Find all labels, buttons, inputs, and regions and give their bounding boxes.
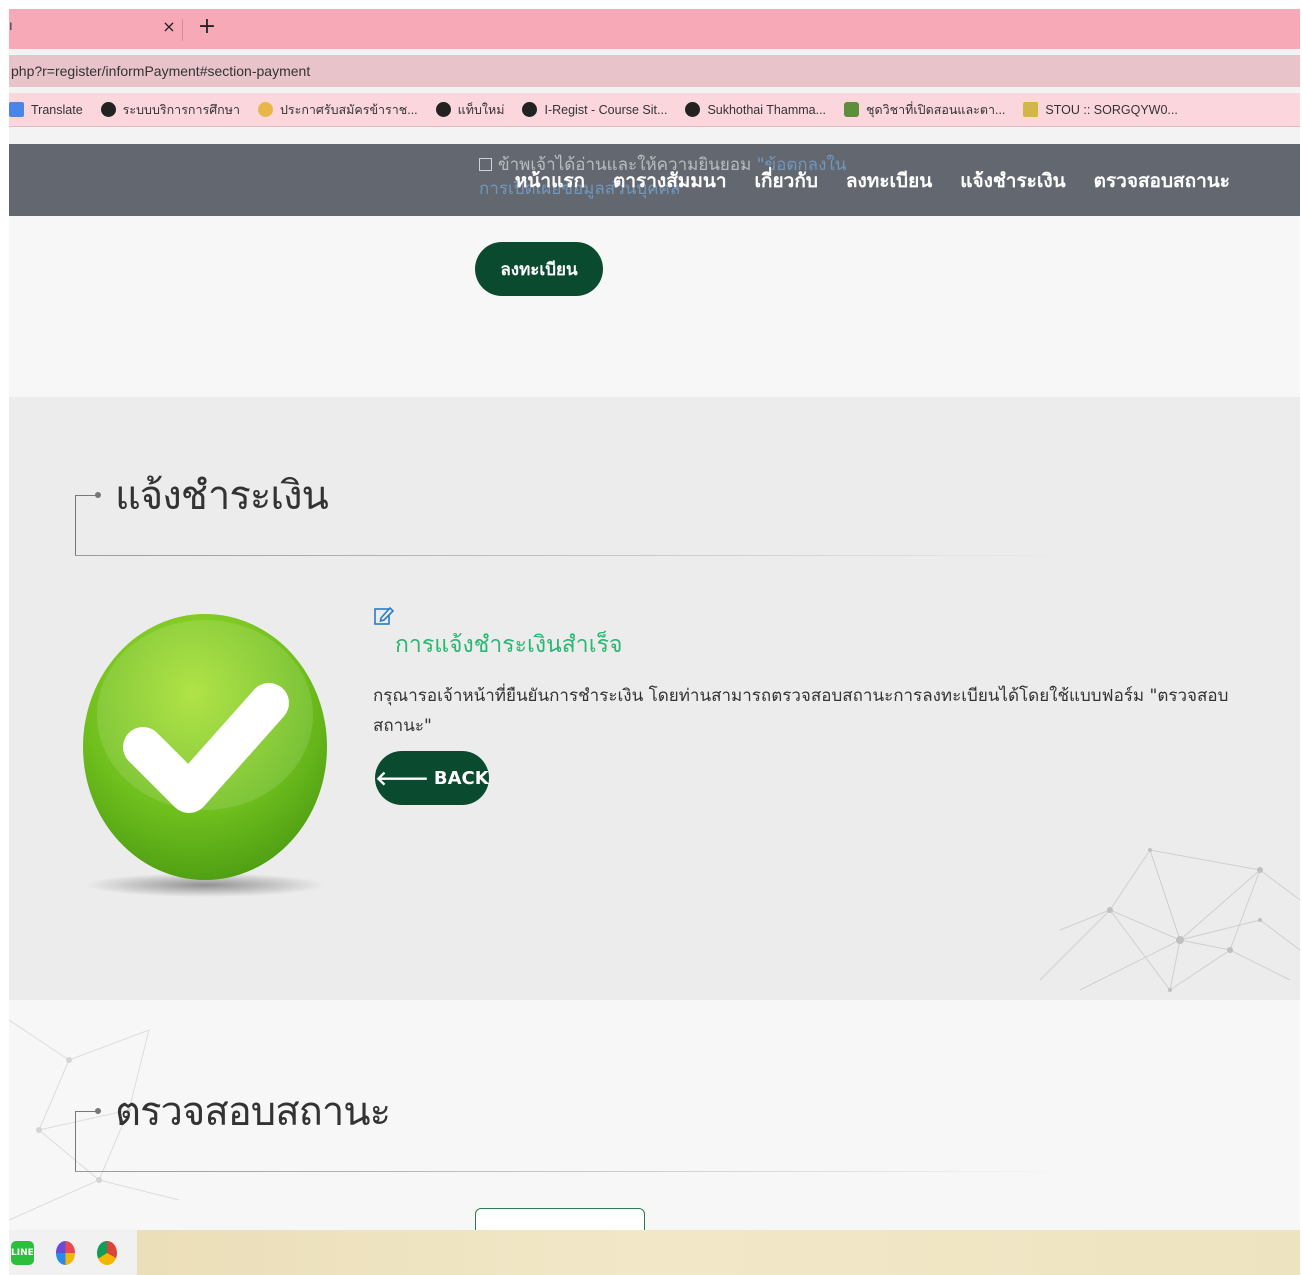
chrome-icon[interactable] bbox=[97, 1240, 117, 1265]
nav-item-2[interactable]: เกี่ยวกับ bbox=[755, 166, 818, 196]
nav-item-3[interactable]: ลงทะเบียน bbox=[846, 166, 932, 196]
os-taskbar: LINE bbox=[9, 1230, 1300, 1275]
office-icon[interactable] bbox=[55, 1240, 76, 1265]
pagoda-icon bbox=[1023, 102, 1039, 117]
bookmark-label: Sukhothai Thamma... bbox=[707, 102, 827, 117]
success-title: การแจ้งชำระเงินสำเร็จ bbox=[395, 632, 623, 658]
bookmark-label: Translate bbox=[31, 102, 83, 117]
status-section-title: ตรวจสอบสถานะ bbox=[115, 1089, 391, 1135]
back-button-label: BACK bbox=[433, 767, 489, 789]
bookmark-label: ระบบบริการการศึกษา bbox=[122, 102, 240, 117]
status-input[interactable] bbox=[475, 1208, 645, 1230]
browser-tab[interactable]: ı × bbox=[9, 9, 184, 49]
new-tab-icon[interactable]: + bbox=[195, 14, 219, 39]
payment-section-title: แจ้งชำระเงิน bbox=[115, 473, 329, 519]
nav-item-1[interactable]: ตารางสัมมนา bbox=[613, 166, 726, 196]
bookmark-item[interactable]: I-Regist - Course Sit... bbox=[522, 102, 667, 117]
translate-icon bbox=[9, 102, 24, 117]
bookmark-item[interactable]: ประกาศรับสมัครข้าราช... bbox=[257, 100, 418, 120]
bookmark-item[interactable]: STOU :: SORGQYW0... bbox=[1023, 102, 1178, 117]
status-section: ตรวจสอบสถานะ bbox=[9, 1000, 1300, 1230]
register-section: ลงทะเบียน bbox=[9, 216, 1300, 397]
arrow-left-icon: 🡐 bbox=[375, 766, 429, 790]
bookmark-item[interactable]: ชุดวิชาที่เปิดสอนและตา... bbox=[844, 100, 1005, 120]
bookmark-label: ประกาศรับสมัครข้าราช... bbox=[279, 102, 418, 117]
tab-separator bbox=[182, 19, 183, 41]
browser-tabstrip: ı × + bbox=[9, 9, 1300, 49]
tab-close-icon[interactable]: × bbox=[159, 17, 179, 36]
globe-icon bbox=[522, 102, 538, 117]
back-button[interactable]: 🡐 BACK bbox=[375, 751, 489, 805]
globe-icon bbox=[685, 102, 701, 117]
globe-icon bbox=[100, 102, 116, 117]
globe-icon bbox=[435, 102, 451, 117]
payment-section: แจ้งชำระเงิน การแจ้งชำระเงินสำเร็จ กรุณา… bbox=[9, 397, 1300, 1000]
address-bar[interactable]: php?r=register/informPayment#section-pay… bbox=[9, 55, 1300, 87]
nav-item-4[interactable]: แจ้งชำระเงิน bbox=[960, 166, 1065, 196]
bookmarks-bar: Translate ระบบบริการการศึกษา ประกาศรับสมัค… bbox=[9, 93, 1300, 127]
success-description: กรุณารอเจ้าหน้าที่ยืนยันการชำระเงิน โดยท… bbox=[373, 686, 1229, 736]
nav-item-5[interactable]: ตรวจสอบสถานะ bbox=[1094, 166, 1230, 196]
checkmark-circle-icon bbox=[83, 614, 327, 897]
register-button[interactable]: ลงทะเบียน bbox=[475, 242, 603, 296]
bookmark-item[interactable]: แท็บใหม่ bbox=[435, 100, 505, 120]
leaf-icon bbox=[844, 102, 860, 117]
bookmark-item[interactable]: ระบบบริการการศึกษา bbox=[100, 100, 240, 120]
bookmark-item[interactable]: Translate bbox=[9, 102, 83, 117]
tab-title: ı bbox=[9, 19, 13, 34]
bookmark-label: I-Regist - Course Sit... bbox=[544, 102, 668, 117]
bookmark-label: แท็บใหม่ bbox=[457, 102, 505, 117]
crown-icon bbox=[257, 102, 273, 117]
bookmark-item[interactable]: Sukhothai Thamma... bbox=[685, 102, 826, 117]
bookmark-label: STOU :: SORGQYW0... bbox=[1045, 102, 1178, 117]
network-decoration bbox=[1039, 848, 1300, 992]
nav-menu: หน้าแรก ตารางสัมมนา เกี่ยวกับ ลงทะเบียน แจ้ง… bbox=[487, 166, 1230, 196]
nav-item-0[interactable]: หน้าแรก bbox=[515, 166, 585, 196]
edit-icon bbox=[374, 606, 395, 625]
screen: ı × + php?r=register/informPayment#secti… bbox=[9, 9, 1300, 1275]
taskbar-icons: LINE bbox=[9, 1230, 137, 1275]
bookmark-label: ชุดวิชาที่เปิดสอนและตา... bbox=[866, 102, 1006, 117]
site-navbar: ข้าพเจ้าได้อ่านและให้ความยินยอม "ข้อตกลง… bbox=[9, 144, 1300, 216]
line-app-icon[interactable]: LINE bbox=[11, 1240, 34, 1265]
url-text[interactable]: php?r=register/informPayment#section-pay… bbox=[11, 63, 310, 79]
